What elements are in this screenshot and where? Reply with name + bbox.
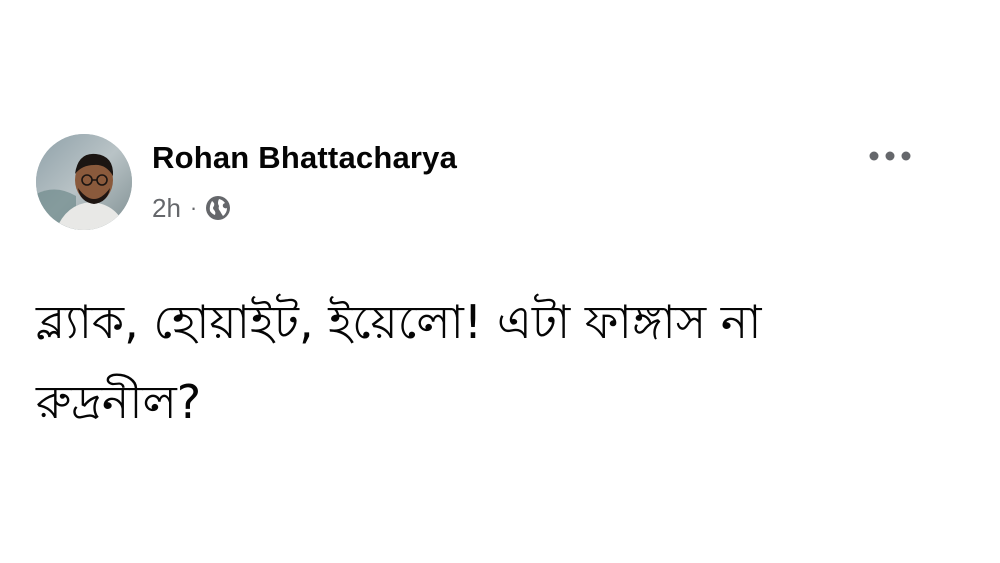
author-avatar[interactable] — [36, 134, 132, 230]
post-timestamp[interactable]: 2h — [152, 193, 181, 224]
post-meta: 2h · — [152, 192, 231, 224]
author-name[interactable]: Rohan Bhattacharya — [152, 140, 457, 176]
post-message-line-1: ব্ল্যাক, হোয়াইট, ইয়েলো! এটা ফাঙ্গাস না — [36, 295, 762, 349]
avatar-photo — [36, 134, 132, 230]
meta-separator: · — [189, 195, 198, 220]
more-horizontal-icon — [869, 151, 911, 161]
post-message: ব্ল্যাক, হোয়াইট, ইয়েলো! এটা ফাঙ্গাস না… — [36, 282, 936, 442]
more-options-button[interactable] — [860, 136, 920, 176]
globe-icon[interactable] — [205, 195, 231, 221]
post-card: Rohan Bhattacharya 2h · ব্ল্যাক, হোয়াইট… — [0, 0, 1000, 563]
post-message-line-2: রুদ্রনীল? — [36, 375, 202, 429]
